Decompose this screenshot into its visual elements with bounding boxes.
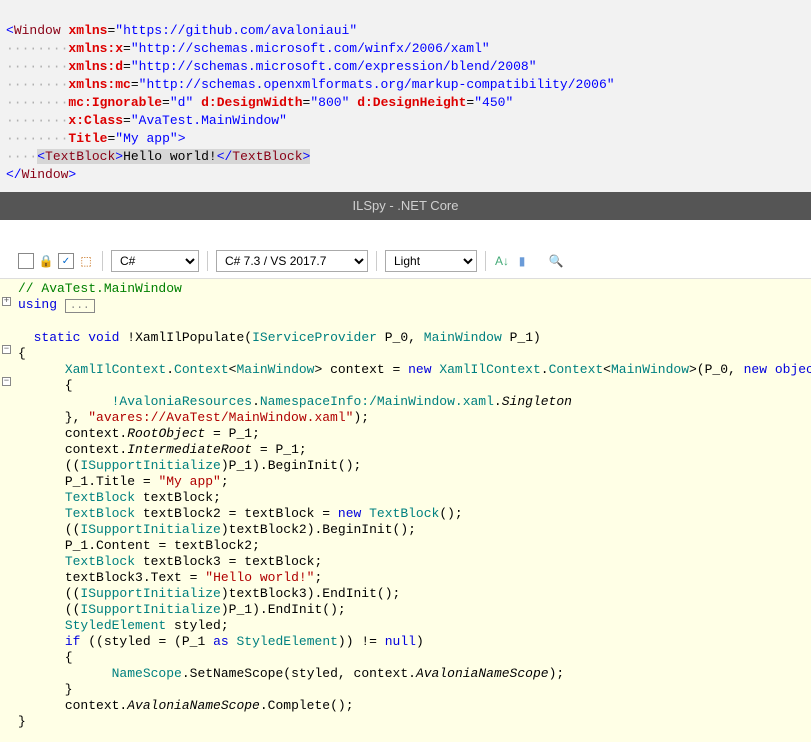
code-viewer[interactable]: + − − // AvaTest.MainWindow using ... st…: [0, 279, 811, 742]
method-name: !XamlIlPopulate: [127, 330, 244, 345]
comment-header: // AvaTest.MainWindow: [18, 281, 182, 296]
window-title: ILSpy - .NET Core: [353, 198, 459, 213]
theme-select[interactable]: Light: [385, 250, 477, 272]
version-select[interactable]: C# 7.3 / VS 2017.7: [216, 250, 368, 272]
lock-icon[interactable]: 🔒: [38, 253, 54, 269]
attr-xmlns-mc: http://schemas.openxmlformats.org/markup…: [146, 77, 606, 92]
toolbar-checkbox-2[interactable]: ✓: [58, 253, 74, 269]
using-collapsed[interactable]: ...: [65, 299, 95, 313]
toolbar-checkbox-1[interactable]: [18, 253, 34, 269]
fold-method[interactable]: −: [2, 345, 11, 354]
attr-design-width: 800: [318, 95, 341, 110]
text-hello-world: Hello world!: [123, 149, 217, 164]
sort-az-icon[interactable]: A↓: [494, 253, 510, 269]
xaml-editor[interactable]: <Window xmlns="https://github.com/avalon…: [0, 0, 811, 192]
attr-mc-ignorable: d: [178, 95, 186, 110]
attr-x-class: AvaTest.MainWindow: [139, 113, 279, 128]
fold-initializer[interactable]: −: [2, 377, 11, 386]
language-select[interactable]: C#: [111, 250, 199, 272]
window-titlebar: ILSpy - .NET Core: [0, 192, 811, 220]
fold-using[interactable]: +: [2, 297, 11, 306]
toolbar: 🔒 ✓ ⬚ C# C# 7.3 / VS 2017.7 Light A↓ ▮ 🔍: [0, 244, 811, 279]
code-body: // AvaTest.MainWindow using ... static v…: [0, 279, 811, 730]
attr-xmlns-d: http://schemas.microsoft.com/expression/…: [139, 59, 529, 74]
tag-textblock: TextBlock: [45, 149, 115, 164]
attr-xmlns: https://github.com/avaloniaui: [123, 23, 349, 38]
attr-design-height: 450: [482, 95, 505, 110]
tag-window-close: Window: [22, 167, 69, 182]
page-icon[interactable]: ▮: [514, 253, 530, 269]
attr-xmlns-x: http://schemas.microsoft.com/winfx/2006/…: [139, 41, 482, 56]
sort-icon[interactable]: ⬚: [78, 253, 94, 269]
tag-window: Window: [14, 23, 61, 38]
attr-title: My app: [123, 131, 170, 146]
search-icon[interactable]: 🔍: [548, 253, 564, 269]
